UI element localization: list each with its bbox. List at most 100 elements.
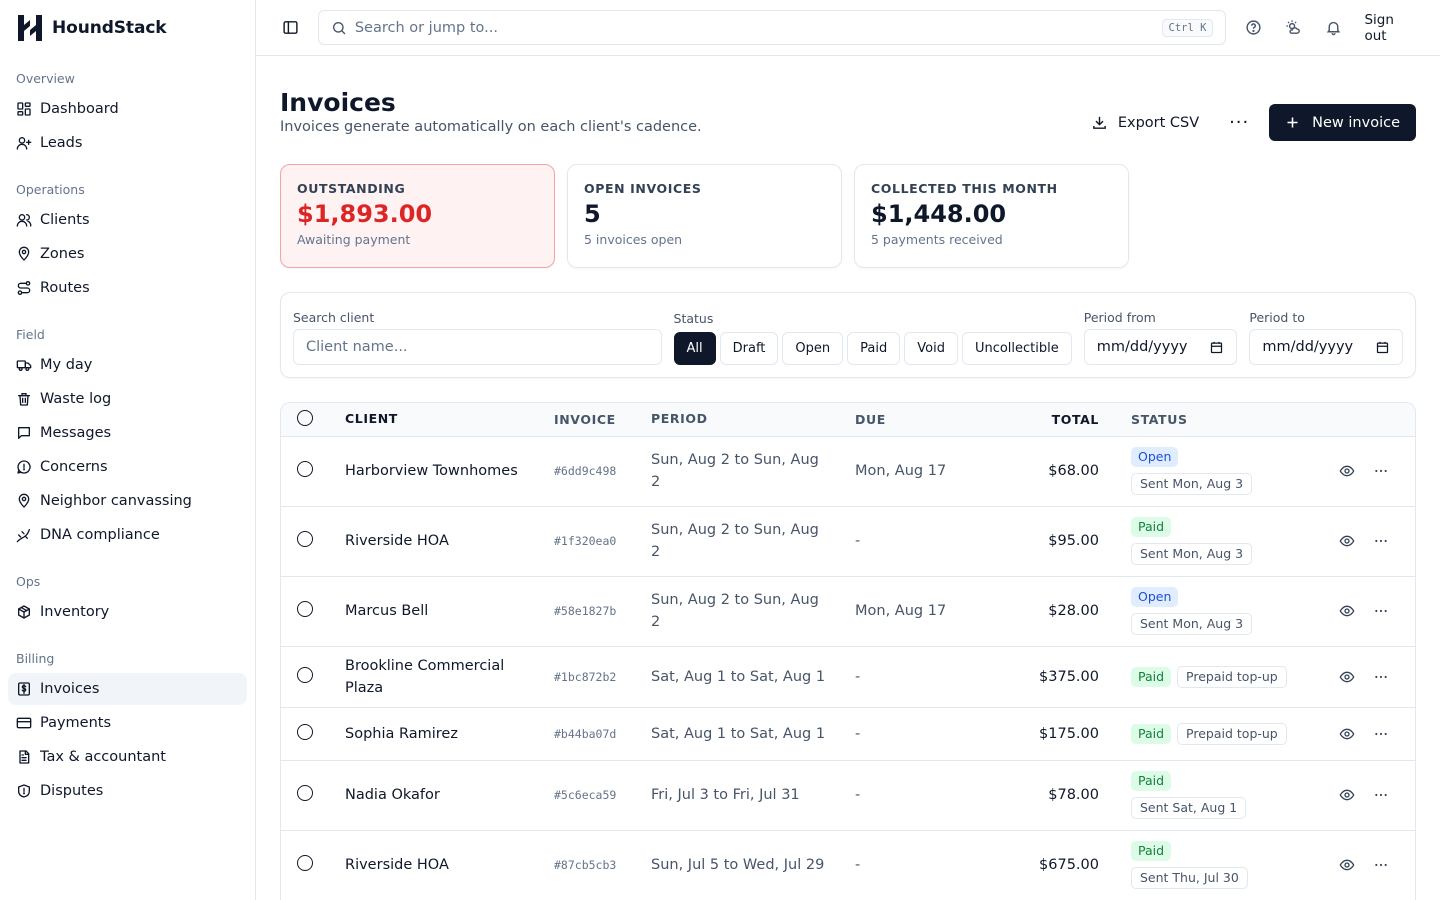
row-more-button[interactable]	[1369, 722, 1393, 746]
stat-subtext: 5 invoices open	[584, 232, 683, 247]
invoice-id[interactable]: #1bc872b2	[554, 646, 651, 708]
sidebar-item-dna-compliance[interactable]: DNA compliance	[8, 519, 247, 551]
header-period[interactable]: PERIOD	[651, 403, 855, 437]
view-invoice-button[interactable]	[1335, 459, 1359, 483]
sidebar-item-my-day[interactable]: My day	[8, 349, 247, 381]
due-date: -	[855, 760, 995, 831]
view-invoice-button[interactable]	[1335, 722, 1359, 746]
invoice-id[interactable]: #1f320ea0	[554, 506, 651, 577]
sidebar-item-clients[interactable]: Clients	[8, 204, 247, 236]
header-due[interactable]: DUE	[855, 403, 995, 437]
more-actions-button[interactable]: ···	[1221, 105, 1257, 141]
row-checkbox[interactable]	[297, 855, 313, 871]
table-row[interactable]: Riverside HOA #1f320ea0 Sun, Aug 2 to Sun,…	[281, 506, 1415, 577]
theme-toggle-button[interactable]	[1278, 13, 1308, 43]
sidebar-item-messages[interactable]: Messages	[8, 417, 247, 449]
sidebar-item-payments[interactable]: Payments	[8, 707, 247, 739]
stat-value: $1,448.00	[871, 200, 1007, 228]
row-checkbox[interactable]	[297, 461, 313, 477]
table-row[interactable]: Harborview Townhomes #6dd9c498 Sun, Aug 2 …	[281, 436, 1415, 507]
invoice-id[interactable]: #87cb5cb3	[554, 830, 651, 900]
row-actions	[1299, 760, 1415, 831]
page-title: Invoices	[280, 88, 396, 117]
help-button[interactable]	[1238, 13, 1268, 43]
select-all-checkbox[interactable]	[297, 409, 313, 426]
notifications-button[interactable]	[1318, 13, 1348, 43]
table-row[interactable]: Brookline Commercial Plaza #1bc872b2 Sat, …	[281, 646, 1415, 708]
invoice-id[interactable]: #6dd9c498	[554, 436, 651, 507]
dashboard-icon	[17, 102, 31, 116]
sidebar-item-invoices[interactable]: Invoices	[8, 673, 247, 705]
sidebar-item-label: Messages	[40, 425, 112, 441]
period-from-input[interactable]: mm/dd/yyyy	[1083, 329, 1238, 365]
row-checkbox[interactable]	[297, 666, 313, 683]
client-name[interactable]: Sophia Ramirez	[345, 707, 554, 761]
header-client[interactable]: CLIENT	[345, 403, 554, 437]
sidebar-item-leads[interactable]: Leads	[8, 127, 247, 159]
client-name[interactable]: Riverside HOA	[345, 830, 554, 900]
status-badge: Paid	[1131, 666, 1172, 687]
sidebar-item-dashboard[interactable]: Dashboard	[8, 93, 247, 125]
client-name[interactable]: Riverside HOA	[345, 506, 554, 577]
sidebar-item-disputes[interactable]: Disputes	[8, 775, 247, 807]
sidebar-item-concerns[interactable]: Concerns	[8, 451, 247, 483]
sidebar-item-routes[interactable]: Routes	[8, 272, 247, 304]
sign-out-link[interactable]: Sign out	[1364, 12, 1420, 44]
header-status[interactable]: STATUS	[1099, 403, 1299, 437]
row-more-button[interactable]	[1369, 853, 1393, 877]
row-checkbox[interactable]	[297, 531, 313, 547]
header-invoice[interactable]: INVOICE	[554, 403, 651, 437]
table-row[interactable]: Marcus Bell #58e1827b Sun, Aug 2 to Sun, A…	[281, 576, 1415, 647]
client-name[interactable]: Brookline Commercial Plaza	[345, 646, 554, 708]
sidebar-toggle-button[interactable]	[276, 13, 306, 43]
brand[interactable]: HoundStack	[0, 0, 255, 55]
period-to-input[interactable]: mm/dd/yyyy	[1249, 329, 1403, 365]
invoice-total: $68.00	[995, 436, 1099, 507]
view-invoice-button[interactable]	[1335, 599, 1359, 623]
global-search-input[interactable]: Search or jump to... Ctrl K	[317, 10, 1227, 45]
sidebar-item-tax-accountant[interactable]: Tax & accountant	[8, 741, 247, 773]
row-more-button[interactable]	[1369, 459, 1393, 483]
export-csv-button[interactable]: Export CSV	[1077, 105, 1213, 141]
row-more-button[interactable]	[1369, 529, 1393, 553]
sidebar-item-inventory[interactable]: Inventory	[8, 596, 247, 628]
status-chip-uncollectible[interactable]: Uncollectible	[961, 332, 1072, 365]
sidebar-item-waste-log[interactable]: Waste log	[8, 383, 247, 415]
table-row[interactable]: Riverside HOA #87cb5cb3 Sun, Jul 5 to Wed,…	[281, 830, 1415, 900]
invoice-id[interactable]: #b44ba07d	[554, 707, 651, 761]
status-note: Sent Mon, Aug 3	[1131, 543, 1253, 565]
sidebar-item-zones[interactable]: Zones	[8, 238, 247, 270]
row-checkbox[interactable]	[297, 785, 313, 801]
row-more-button[interactable]	[1369, 665, 1393, 689]
view-invoice-button[interactable]	[1335, 529, 1359, 553]
invoice-icon	[18, 682, 30, 696]
status-cell: Paid Prepaid top-up	[1099, 646, 1299, 708]
row-more-button[interactable]	[1369, 783, 1393, 807]
row-checkbox[interactable]	[297, 601, 313, 617]
header-total[interactable]: TOTAL	[995, 403, 1099, 437]
client-name[interactable]: Nadia Okafor	[345, 760, 554, 831]
client-name[interactable]: Harborview Townhomes	[345, 436, 554, 507]
table-row[interactable]: Sophia Ramirez #b44ba07d Sat, Aug 1 to Sat…	[281, 707, 1415, 761]
view-invoice-button[interactable]	[1335, 783, 1359, 807]
search-client-input[interactable]: Client name...	[293, 329, 662, 365]
status-chip-all[interactable]: All	[673, 332, 716, 365]
invoice-id[interactable]: #5c6eca59	[554, 760, 651, 831]
status-chip-void[interactable]: Void	[904, 332, 958, 365]
status-badge: Open	[1131, 447, 1179, 467]
status-chip-open[interactable]: Open	[782, 332, 844, 365]
view-invoice-button[interactable]	[1335, 665, 1359, 689]
stat-card: COLLECTED THIS MONTH $1,448.00 5 payments …	[854, 164, 1129, 268]
new-invoice-label: New invoice	[1312, 114, 1400, 131]
status-chip-draft[interactable]: Draft	[719, 332, 779, 365]
row-checkbox[interactable]	[297, 723, 313, 740]
client-name[interactable]: Marcus Bell	[345, 576, 554, 647]
new-invoice-button[interactable]: New invoice	[1269, 104, 1416, 141]
sidebar-item-neighbor-canvassing[interactable]: Neighbor canvassing	[8, 485, 247, 517]
invoice-id[interactable]: #58e1827b	[554, 576, 651, 647]
view-invoice-button[interactable]	[1335, 853, 1359, 877]
invoice-total: $28.00	[995, 576, 1099, 647]
status-chip-paid[interactable]: Paid	[847, 332, 901, 365]
row-more-button[interactable]	[1369, 599, 1393, 623]
table-row[interactable]: Nadia Okafor #5c6eca59 Fri, Jul 3 to Fri, …	[281, 760, 1415, 831]
